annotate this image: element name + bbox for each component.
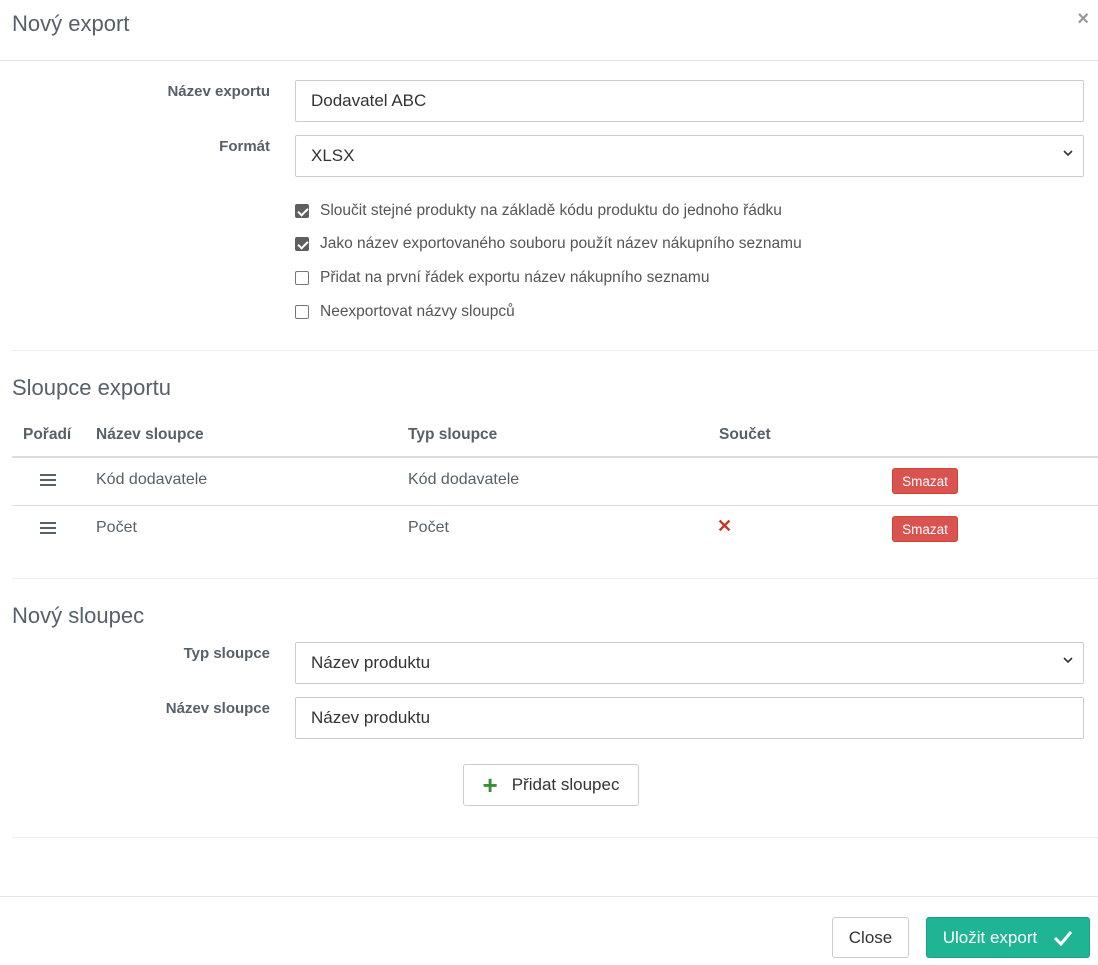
drag-handle-icon[interactable]	[40, 474, 56, 486]
header-sum: Součet	[719, 426, 771, 443]
plus-icon: +	[482, 770, 498, 800]
sum-disabled-icon[interactable]: ✕	[717, 516, 732, 537]
export-name-input[interactable]: Dodavatel ABC	[295, 80, 1084, 122]
export-name-label: Název exportu	[167, 83, 270, 100]
add-column-button[interactable]: + Přidat sloupec	[463, 764, 639, 806]
column-name-label: Název sloupce	[165, 700, 270, 717]
drag-handle-icon[interactable]	[40, 522, 56, 534]
close-button[interactable]: Close	[832, 917, 909, 958]
row-divider	[12, 505, 1098, 506]
checkbox-checked[interactable]	[295, 237, 309, 251]
option-label: Jako název exportovaného souboru použít …	[320, 235, 802, 252]
header-order: Pořadí	[23, 426, 72, 443]
chevron-down-icon	[1063, 657, 1073, 664]
column-name-value: Název produktu	[311, 708, 431, 727]
check-icon	[1054, 930, 1073, 946]
save-export-label: Uložit export	[942, 927, 1038, 947]
row-column-type: Počet	[408, 519, 449, 536]
delete-button[interactable]: Smazat	[892, 468, 958, 494]
new-column-section-title: Nový sloupec	[12, 603, 145, 628]
option-label: Neexportovat názvy sloupců	[320, 303, 515, 320]
chevron-down-icon	[1063, 150, 1073, 157]
option-label: Sloučit stejné produkty na základě kódu …	[320, 202, 782, 219]
format-select[interactable]: XLSX	[295, 135, 1084, 177]
format-label: Formát	[219, 138, 270, 155]
divider	[12, 350, 1098, 351]
checkbox-unchecked[interactable]	[295, 271, 309, 285]
option-no-column-names[interactable]: Neexportovat názvy sloupců	[295, 303, 515, 321]
header-column-type: Typ sloupce	[408, 426, 498, 443]
export-name-value: Dodavatel ABC	[311, 91, 427, 110]
row-column-name: Kód dodavatele	[96, 471, 208, 488]
checkbox-checked[interactable]	[295, 204, 309, 218]
table-header-divider	[12, 456, 1098, 458]
close-icon[interactable]: ×	[1077, 9, 1089, 29]
option-merge-products[interactable]: Sloučit stejné produkty na základě kódu …	[295, 202, 782, 220]
footer-divider	[0, 896, 1098, 897]
divider	[12, 578, 1098, 579]
modal-header: Nový export ×	[0, 0, 1098, 61]
column-name-input[interactable]: Název produktu	[295, 697, 1084, 739]
column-type-select[interactable]: Název produktu	[295, 642, 1084, 684]
column-type-label: Typ sloupce	[183, 645, 270, 662]
row-column-type: Kód dodavatele	[408, 471, 520, 488]
row-column-name: Počet	[96, 519, 137, 536]
save-export-button[interactable]: Uložit export	[926, 917, 1090, 958]
add-column-label: Přidat sloupec	[511, 775, 620, 794]
option-label: Přidat na první řádek exportu název náku…	[320, 269, 710, 286]
option-list-name-first-row[interactable]: Přidat na první řádek exportu název náku…	[295, 269, 709, 287]
column-type-value: Název produktu	[311, 653, 431, 672]
modal-title: Nový export	[12, 11, 130, 36]
option-filename-from-list[interactable]: Jako název exportovaného souboru použít …	[295, 235, 802, 253]
checkbox-unchecked[interactable]	[295, 305, 309, 319]
format-value: XLSX	[311, 146, 355, 165]
delete-button[interactable]: Smazat	[892, 516, 958, 542]
divider	[12, 837, 1098, 838]
header-column-name: Název sloupce	[96, 426, 204, 443]
columns-section-title: Sloupce exportu	[12, 375, 171, 400]
